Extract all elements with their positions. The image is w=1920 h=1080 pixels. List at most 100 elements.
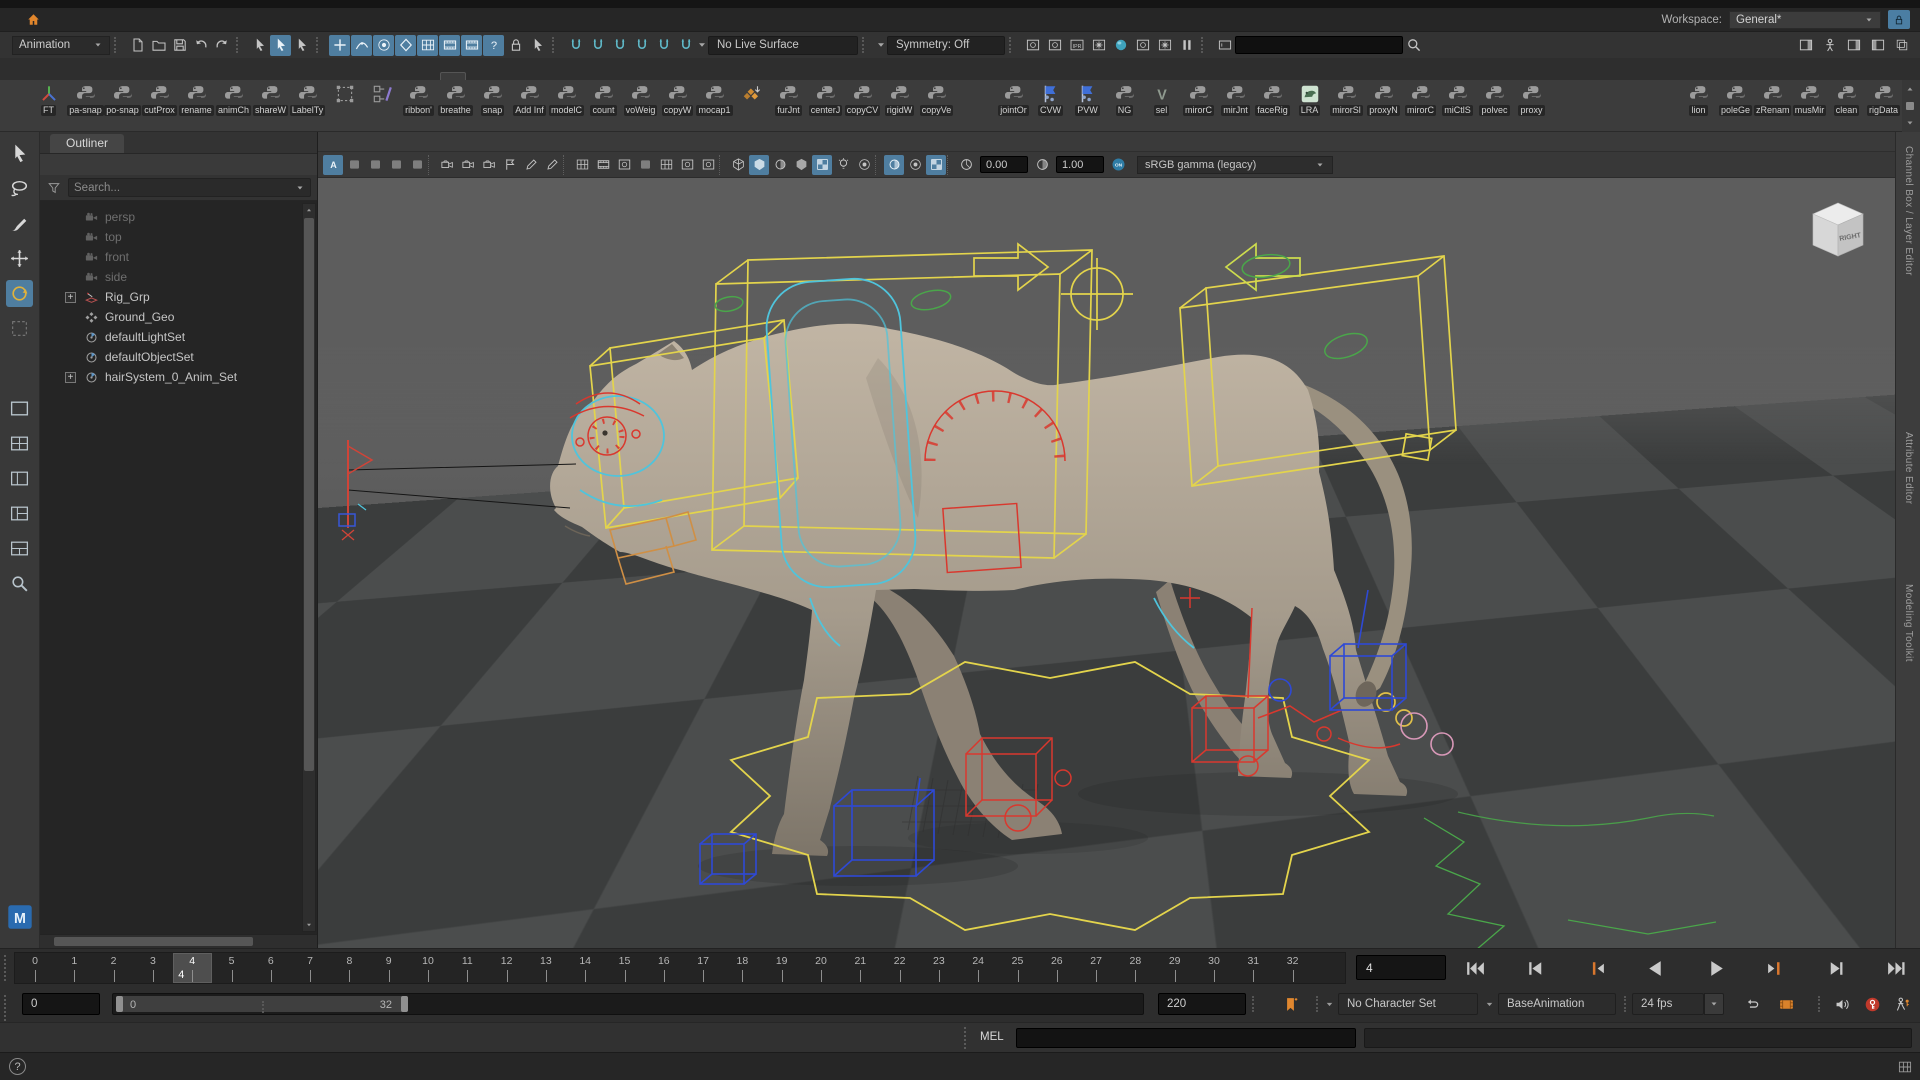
shelf-item-skeleton-tool[interactable] [363, 82, 400, 105]
colorspace-select[interactable]: sRGB gamma (legacy) [1137, 156, 1333, 174]
shelf-tab-rendering[interactable] [200, 73, 224, 80]
view-bookmarks-icon[interactable] [500, 155, 520, 175]
camera-lock-icon[interactable] [365, 155, 385, 175]
shelf-tab-xgen[interactable] [368, 73, 392, 80]
shelf-tab-sculpting[interactable] [104, 73, 128, 80]
item-sep[interactable] [719, 155, 727, 175]
current-frame-field[interactable]: 4 [1356, 955, 1446, 980]
layout-single-pane[interactable] [6, 396, 34, 420]
shelf-item-lra[interactable]: LRA [1291, 82, 1328, 116]
shelf-item-diamonds-tool[interactable] [733, 82, 770, 105]
new-scene-icon[interactable] [127, 35, 148, 56]
panel-layout-icon[interactable] [1897, 1059, 1913, 1075]
shelf-item-mocap1[interactable]: mocap1 [696, 82, 733, 116]
range-slider[interactable]: 0 32 [112, 993, 1144, 1015]
frame-label-12[interactable]: 12 [493, 955, 521, 967]
snap-magnet-center-icon[interactable] [631, 35, 652, 56]
render-settings-icon[interactable] [1088, 35, 1109, 56]
image-plane-icon[interactable] [407, 155, 427, 175]
shelf-tab-animation[interactable] [176, 73, 200, 80]
shelf-tab-motion-graphics[interactable] [344, 73, 368, 80]
frame-label-5[interactable]: 5 [218, 955, 246, 967]
playback-range[interactable]: 0 32 [116, 996, 408, 1012]
shaded-mode-icon[interactable] [749, 155, 769, 175]
shelf-item-rigidw[interactable]: rigidW [881, 82, 918, 116]
dock-tab-channel-box-layer-editor[interactable]: Channel Box / Layer Editor [1896, 146, 1920, 276]
character-set-caret[interactable] [1324, 999, 1335, 1010]
pause-viewport-icon[interactable] [1176, 35, 1197, 56]
frame-label-13[interactable]: 13 [532, 955, 560, 967]
exposure-field[interactable]: 0.00 [980, 156, 1028, 173]
shelf-item-centerj[interactable]: centerJ [807, 82, 844, 116]
animation-end-field[interactable]: 220 [1158, 993, 1246, 1015]
help-icon[interactable]: ? [9, 1058, 26, 1075]
screen-zoom-tool[interactable] [6, 571, 34, 595]
live-surface-field[interactable]: No Live Surface [708, 36, 858, 55]
character-set-select[interactable]: No Character Set [1338, 993, 1478, 1015]
shelf-item-furjnt[interactable]: furJnt [770, 82, 807, 116]
launch-render-icon[interactable] [1154, 35, 1175, 56]
lights-icon[interactable] [833, 155, 853, 175]
open-scene-icon[interactable] [148, 35, 169, 56]
frame-label-22[interactable]: 22 [886, 955, 914, 967]
frame-label-15[interactable]: 15 [611, 955, 639, 967]
outliner-vertical-scrollbar[interactable] [302, 203, 316, 932]
layout-persp-bottom[interactable] [6, 536, 34, 560]
shelf-item-mirjnt[interactable]: mirJnt [1217, 82, 1254, 116]
select-component-icon[interactable] [291, 35, 312, 56]
shelf-tab-arnold[interactable] [296, 73, 320, 80]
safe-title-icon[interactable] [698, 155, 718, 175]
menu-set-select[interactable]: Animation [12, 36, 110, 55]
scrollbar-thumb[interactable] [54, 937, 253, 946]
play-forwards-button[interactable] [1699, 955, 1733, 981]
camera-select-icon[interactable] [323, 155, 343, 175]
color-management-on-icon[interactable] [1108, 155, 1128, 175]
ipr-render-icon[interactable] [1066, 35, 1087, 56]
item-sep[interactable] [875, 155, 883, 175]
select-object-icon[interactable] [270, 35, 291, 56]
expand-toggle[interactable] [65, 372, 76, 383]
gate-mask-icon[interactable] [635, 155, 655, 175]
frame-label-20[interactable]: 20 [807, 955, 835, 967]
shelf-item-po-snap[interactable]: po-snap [104, 82, 141, 116]
save-scene-icon[interactable] [169, 35, 190, 56]
textured-mode-icon[interactable] [770, 155, 790, 175]
play-backwards-button[interactable] [1639, 955, 1673, 981]
step-back-key-button[interactable] [1579, 955, 1613, 981]
shelf-item-lion[interactable]: lion [1680, 82, 1717, 116]
frame-label-25[interactable]: 25 [1004, 955, 1032, 967]
auto-keyframe-icon[interactable] [1860, 993, 1884, 1015]
command-language-toggle[interactable]: MEL [980, 1031, 1004, 1043]
undo-icon[interactable] [190, 35, 211, 56]
redo-icon[interactable] [211, 35, 232, 56]
frame-label-30[interactable]: 30 [1200, 955, 1228, 967]
toggle-humanik-icon[interactable] [1819, 35, 1840, 56]
grease-pencil-icon[interactable] [344, 155, 364, 175]
frame-label-23[interactable]: 23 [925, 955, 953, 967]
frame-label-17[interactable]: 17 [689, 955, 717, 967]
use-default-material-icon[interactable] [791, 155, 811, 175]
fps-caret[interactable] [1704, 993, 1724, 1015]
range-start-handle[interactable] [116, 996, 123, 1012]
frame-label-16[interactable]: 16 [650, 955, 678, 967]
frame-label-27[interactable]: 27 [1082, 955, 1110, 967]
draw-annotation-icon[interactable] [542, 155, 562, 175]
camera-gate-icon[interactable] [458, 155, 478, 175]
field-chart-icon[interactable] [656, 155, 676, 175]
gamma-field[interactable]: 1.00 [1056, 156, 1104, 173]
shelf-item-mictls[interactable]: miCtlS [1439, 82, 1476, 116]
time-editor-icon[interactable] [1774, 993, 1798, 1015]
gamma-icon[interactable] [1032, 155, 1052, 175]
snap-grid-icon[interactable] [329, 35, 350, 56]
shelf-tab-mrprig[interactable] [392, 73, 416, 80]
drag-handle[interactable] [4, 995, 8, 1021]
shelf-item-mirorsl[interactable]: mirorSl [1328, 82, 1365, 116]
shelf-item-modelc[interactable]: modelC [548, 82, 585, 116]
select-hierarchy-icon[interactable] [249, 35, 270, 56]
shelf-item-marquee-tool[interactable] [326, 82, 363, 105]
outliner-item-defaultobjectset[interactable]: defaultObjectSet [40, 347, 317, 367]
expand-toggle[interactable] [65, 292, 76, 303]
isolate-select-icon[interactable] [884, 155, 904, 175]
frame-label-29[interactable]: 29 [1161, 955, 1189, 967]
scrollbar-thumb[interactable] [304, 218, 314, 771]
